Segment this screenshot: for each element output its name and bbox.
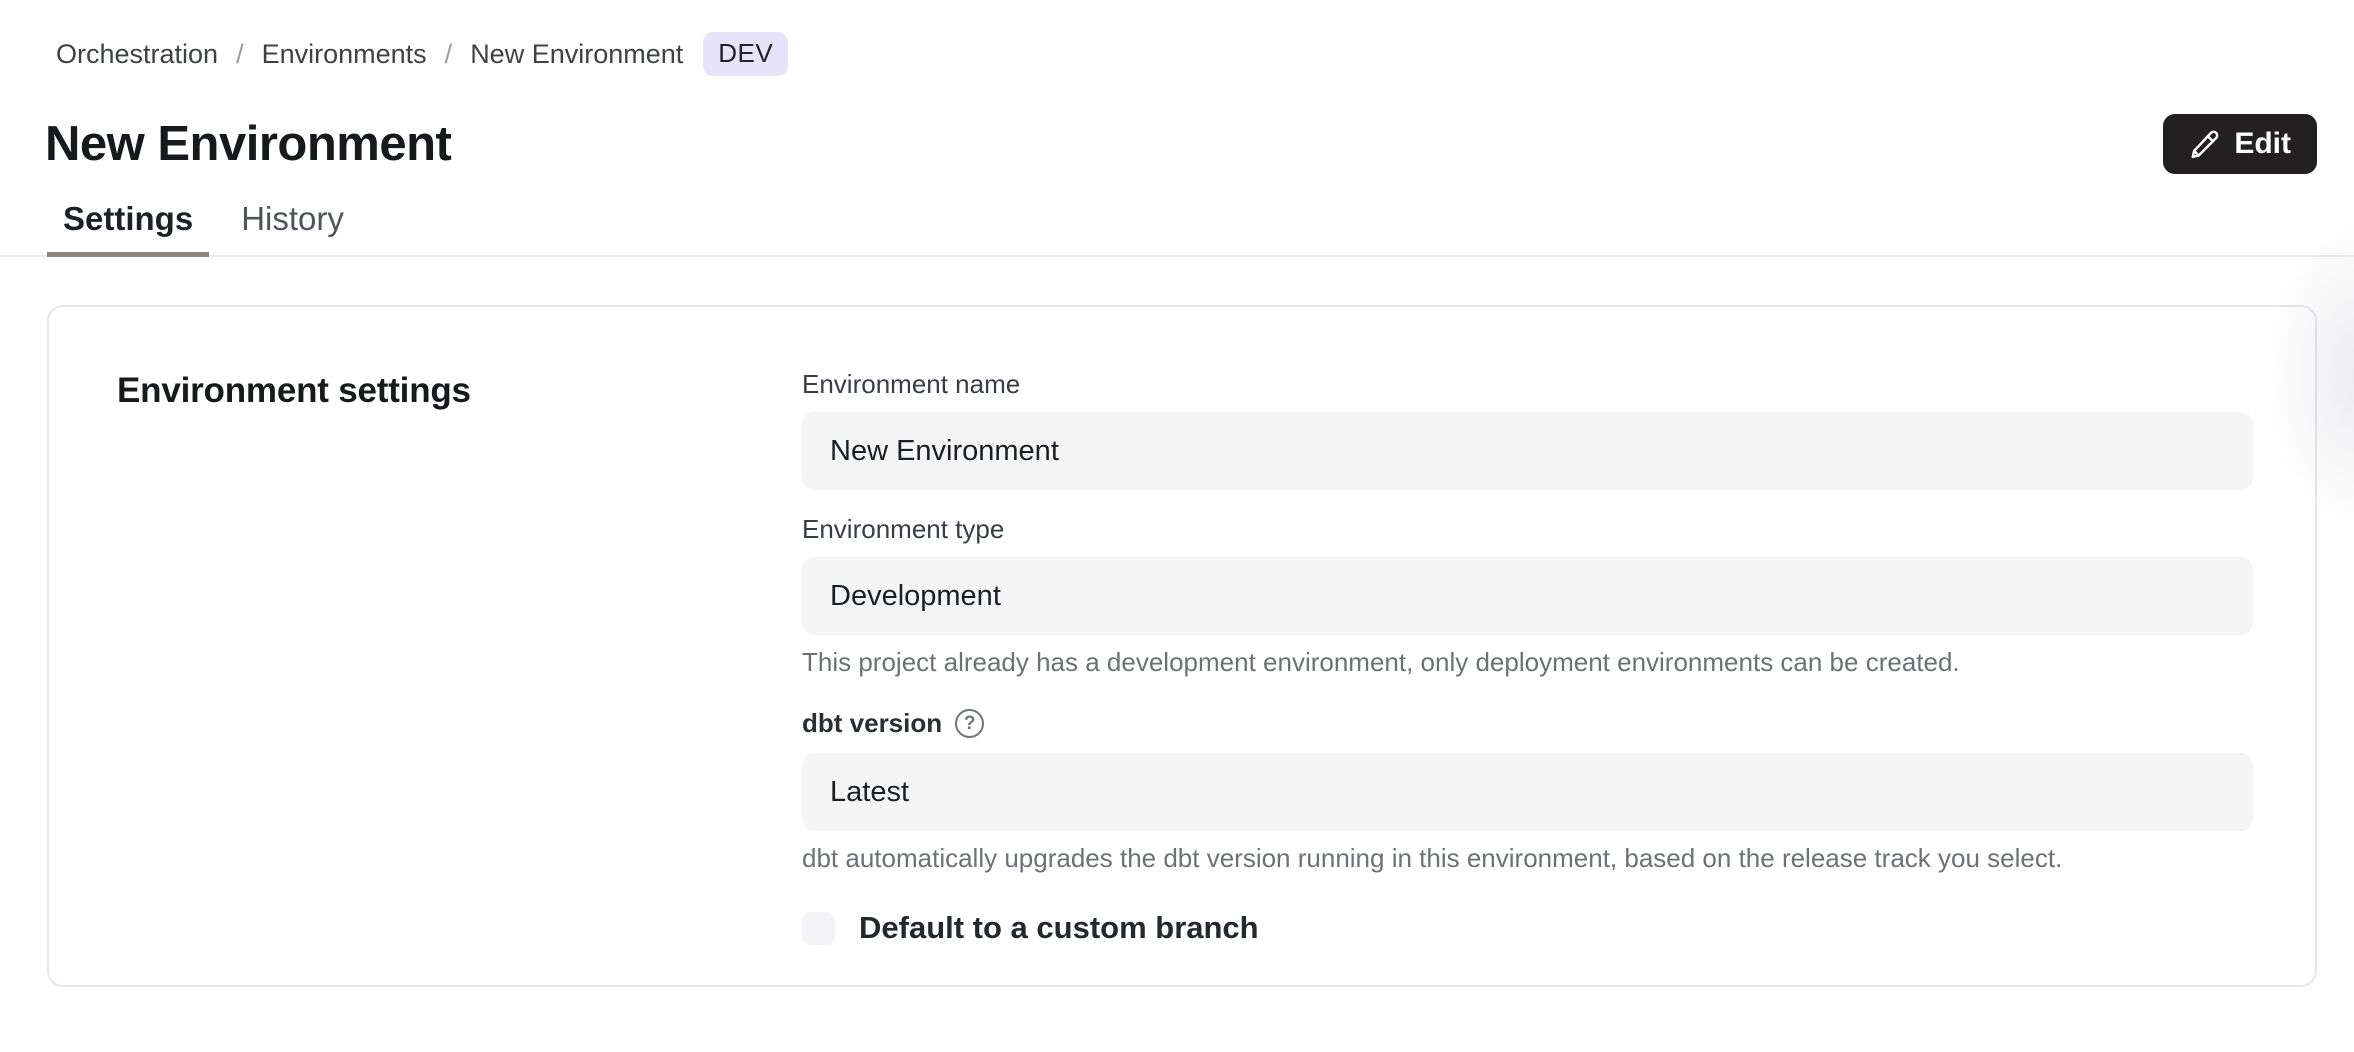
dbt-version-label-row: dbt version ? bbox=[802, 708, 2253, 739]
custom-branch-label: Default to a custom branch bbox=[859, 910, 1259, 946]
section-heading: Environment settings bbox=[117, 371, 802, 411]
tab-bar: Settings History bbox=[0, 200, 2354, 257]
card-form-column: Environment name Environment type This p… bbox=[802, 307, 2253, 985]
breadcrumb-environments[interactable]: Environments bbox=[262, 39, 427, 70]
environment-type-label: Environment type bbox=[802, 514, 2253, 545]
environment-name-label: Environment name bbox=[802, 369, 2253, 400]
page-header: New Environment Edit bbox=[45, 114, 2317, 174]
dbt-version-input[interactable] bbox=[802, 753, 2253, 831]
tab-settings[interactable]: Settings bbox=[47, 200, 209, 257]
environment-type-helper-text: This project already has a development e… bbox=[802, 647, 2253, 678]
custom-branch-row: Default to a custom branch bbox=[802, 910, 2253, 946]
breadcrumb-orchestration[interactable]: Orchestration bbox=[56, 39, 218, 70]
environment-type-field: Environment type This project already ha… bbox=[802, 514, 2253, 678]
environment-name-field: Environment name bbox=[802, 369, 2253, 490]
environment-name-input[interactable] bbox=[802, 412, 2253, 490]
breadcrumb-separator: / bbox=[445, 39, 453, 70]
pencil-icon bbox=[2189, 129, 2220, 160]
custom-branch-checkbox[interactable] bbox=[802, 912, 835, 945]
dbt-version-field: dbt version ? dbt automatically upgrades… bbox=[802, 708, 2253, 874]
breadcrumb-new-environment[interactable]: New Environment bbox=[470, 39, 683, 70]
breadcrumb: Orchestration / Environments / New Envir… bbox=[56, 32, 2354, 76]
breadcrumb-separator: / bbox=[236, 39, 244, 70]
tab-history[interactable]: History bbox=[225, 200, 360, 257]
page-title: New Environment bbox=[45, 116, 451, 172]
dev-environment-badge: DEV bbox=[703, 32, 788, 76]
environment-type-input[interactable] bbox=[802, 557, 2253, 635]
dbt-version-label: dbt version bbox=[802, 708, 942, 739]
card-left-column: Environment settings bbox=[49, 307, 802, 985]
edit-button[interactable]: Edit bbox=[2163, 114, 2317, 174]
edit-button-label: Edit bbox=[2234, 127, 2291, 161]
help-icon[interactable]: ? bbox=[955, 709, 984, 738]
dbt-version-helper-text: dbt automatically upgrades the dbt versi… bbox=[802, 843, 2253, 874]
environment-settings-card: Environment settings Environment name En… bbox=[47, 305, 2317, 987]
